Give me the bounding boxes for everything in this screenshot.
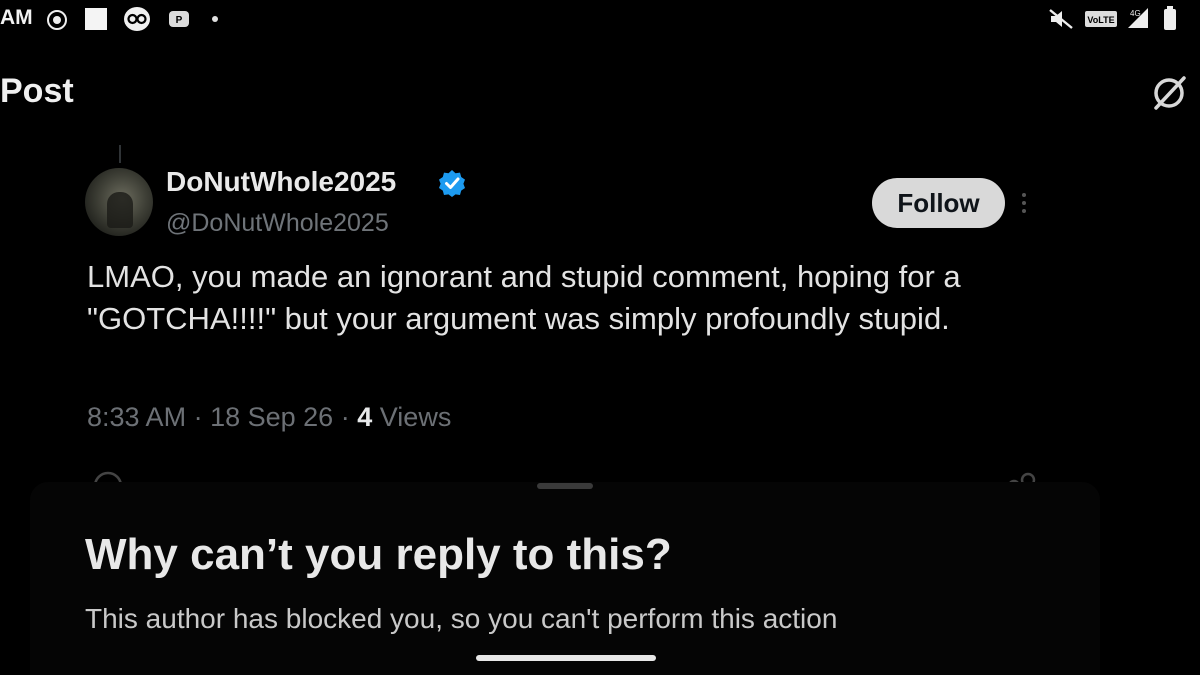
link-app-icon bbox=[123, 6, 151, 32]
svg-text:P: P bbox=[176, 15, 183, 26]
focus-icon bbox=[46, 9, 68, 31]
post-date: 18 Sep 26 bbox=[210, 402, 334, 432]
avatar-figure bbox=[107, 192, 133, 228]
grok-icon[interactable] bbox=[1150, 72, 1190, 112]
meta-separator: · bbox=[193, 402, 203, 432]
post-text: LMAO, you made an ignorant and stupid co… bbox=[87, 259, 961, 336]
sheet-title: Why can’t you reply to this? bbox=[85, 530, 672, 579]
screen: AM P VoLTE 4G Post DoNutWhole2025 @DoNut… bbox=[0, 0, 1200, 675]
sheet-drag-handle[interactable] bbox=[537, 483, 593, 489]
signal-icon: 4G bbox=[1124, 6, 1152, 30]
status-bar: AM P VoLTE 4G bbox=[0, 0, 1200, 36]
follow-button[interactable]: Follow bbox=[872, 178, 1005, 228]
volte-icon: VoLTE bbox=[1084, 9, 1118, 29]
thread-line bbox=[119, 145, 121, 163]
sheet-message: This author has blocked you, so you can'… bbox=[85, 603, 838, 634]
battery-icon bbox=[1162, 5, 1178, 31]
post-meta: 8:33 AM · 18 Sep 26 · 4 Views bbox=[87, 402, 451, 433]
status-time: AM bbox=[0, 6, 33, 29]
handle[interactable]: @DoNutWhole2025 bbox=[166, 209, 389, 238]
mute-icon bbox=[1048, 8, 1074, 30]
verified-badge-icon bbox=[438, 169, 466, 197]
views-count: 4 bbox=[357, 402, 373, 432]
svg-text:4G: 4G bbox=[1130, 9, 1141, 18]
svg-text:VoLTE: VoLTE bbox=[1087, 15, 1114, 25]
dot-icon bbox=[211, 15, 219, 23]
views-label: Views bbox=[379, 402, 452, 432]
home-indicator[interactable] bbox=[476, 655, 656, 661]
square-notification-icon bbox=[84, 7, 108, 31]
avatar[interactable] bbox=[85, 168, 153, 236]
more-options-icon[interactable] bbox=[1016, 188, 1032, 218]
meta-separator: · bbox=[340, 402, 350, 432]
page-title: Post bbox=[0, 72, 74, 110]
post-time: 8:33 AM bbox=[87, 402, 187, 432]
display-name[interactable]: DoNutWhole2025 bbox=[166, 166, 396, 198]
game-app-icon: P bbox=[168, 9, 190, 29]
